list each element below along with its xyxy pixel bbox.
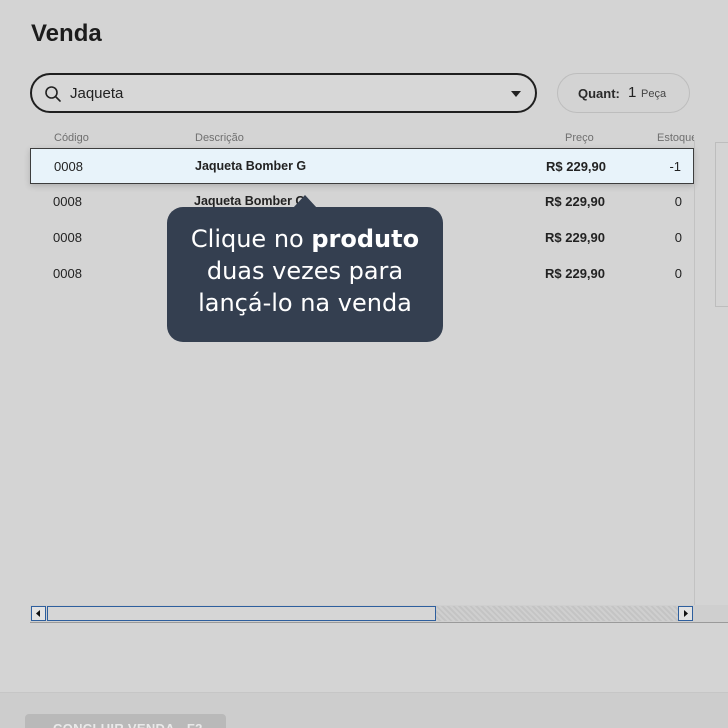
cell-price: R$ 229,90 — [545, 230, 605, 245]
search-input[interactable]: Jaqueta — [70, 85, 123, 102]
scroll-right-button[interactable] — [678, 606, 693, 621]
table-row[interactable]: 0008 Jaqueta Bomber G R$ 229,90 -1 — [30, 148, 694, 184]
cell-stock: -1 — [669, 159, 681, 174]
tooltip-emphasis: produto — [311, 225, 420, 253]
panel-divider — [694, 140, 695, 620]
side-panel-edge — [715, 142, 728, 307]
products-table: Código Descrição Preço Estoque 0008 Jaqu… — [30, 127, 728, 625]
tooltip-line-3: lançá-lo na venda — [198, 289, 412, 317]
cell-stock: 0 — [674, 230, 682, 245]
column-header-stock[interactable]: Estoque — [657, 132, 694, 144]
footer-bar: CONCLUIR VENDA - F2 — [0, 692, 728, 728]
cell-code: 0008 — [53, 266, 82, 281]
cell-price: R$ 229,90 — [545, 266, 605, 281]
column-header-code[interactable]: Código — [54, 132, 89, 144]
quantity-label: Quant: — [578, 86, 620, 101]
search-icon — [45, 86, 61, 102]
arrow-left-icon — [36, 610, 40, 617]
column-header-description[interactable]: Descrição — [195, 132, 244, 144]
tooltip-text: Clique no — [190, 225, 312, 253]
onboarding-tooltip: Clique no produto duas vezes para lançá-… — [167, 207, 443, 342]
cell-price: R$ 229,90 — [545, 194, 605, 209]
quantity-value[interactable]: 1 — [628, 84, 636, 101]
cell-code: 0008 — [53, 230, 82, 245]
tooltip-line-2: duas vezes para — [206, 257, 404, 285]
scroll-thumb[interactable] — [47, 606, 436, 621]
page-title: Venda — [31, 20, 102, 47]
column-header-price[interactable]: Preço — [565, 132, 594, 144]
cell-stock: 0 — [674, 266, 682, 281]
scroll-left-button[interactable] — [31, 606, 46, 621]
quantity-field[interactable]: Quant: 1 Peça — [557, 73, 690, 113]
cell-code: 0008 — [53, 194, 82, 209]
product-search-combobox[interactable]: Jaqueta — [30, 73, 537, 113]
quantity-unit: Peça — [641, 88, 667, 100]
tooltip-line-1: Clique no produto — [167, 223, 443, 255]
cell-code: 0008 — [54, 159, 83, 174]
scroll-track[interactable] — [436, 606, 678, 621]
horizontal-scrollbar[interactable] — [30, 605, 728, 623]
cell-description: Jaqueta Bomber G — [194, 194, 306, 208]
cell-description: Jaqueta Bomber G — [195, 159, 307, 173]
finish-sale-button[interactable]: CONCLUIR VENDA - F2 — [25, 714, 226, 728]
chevron-down-icon[interactable] — [511, 91, 521, 97]
cell-price: R$ 229,90 — [546, 159, 606, 174]
arrow-right-icon — [684, 610, 688, 617]
cell-stock: 0 — [674, 194, 682, 209]
